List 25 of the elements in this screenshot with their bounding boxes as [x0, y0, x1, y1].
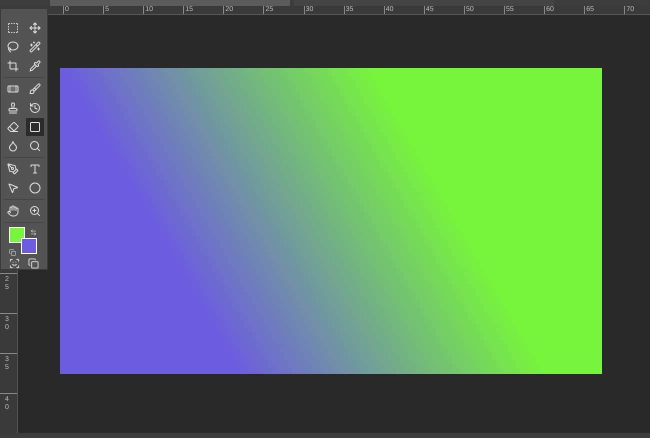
brush-icon [29, 83, 41, 95]
droplet-icon [7, 140, 19, 152]
eyedropper-icon [29, 60, 41, 72]
stamp-icon [7, 102, 19, 114]
lasso-icon [7, 41, 19, 53]
default-colors-icon[interactable] [9, 249, 16, 256]
ellipse-icon [29, 182, 41, 194]
hand-icon [7, 205, 19, 217]
foreground-swatch[interactable] [9, 227, 25, 243]
pen-icon [7, 163, 19, 175]
search-icon [29, 140, 41, 152]
marquee-icon [7, 22, 19, 34]
move-icon [29, 22, 41, 34]
pointer-icon [7, 182, 19, 194]
magic-wand-icon [29, 41, 41, 53]
background-swatch[interactable] [21, 238, 37, 254]
bandage-icon [7, 83, 19, 95]
crop-icon [7, 60, 19, 72]
swap-icon[interactable] [30, 229, 37, 236]
screen-mode-icon[interactable] [28, 258, 39, 269]
zoom-icon [29, 205, 41, 217]
history-brush-icon [29, 102, 41, 114]
type-icon [29, 163, 41, 175]
eraser-icon [7, 121, 19, 133]
gradient-tool[interactable] [26, 118, 44, 136]
